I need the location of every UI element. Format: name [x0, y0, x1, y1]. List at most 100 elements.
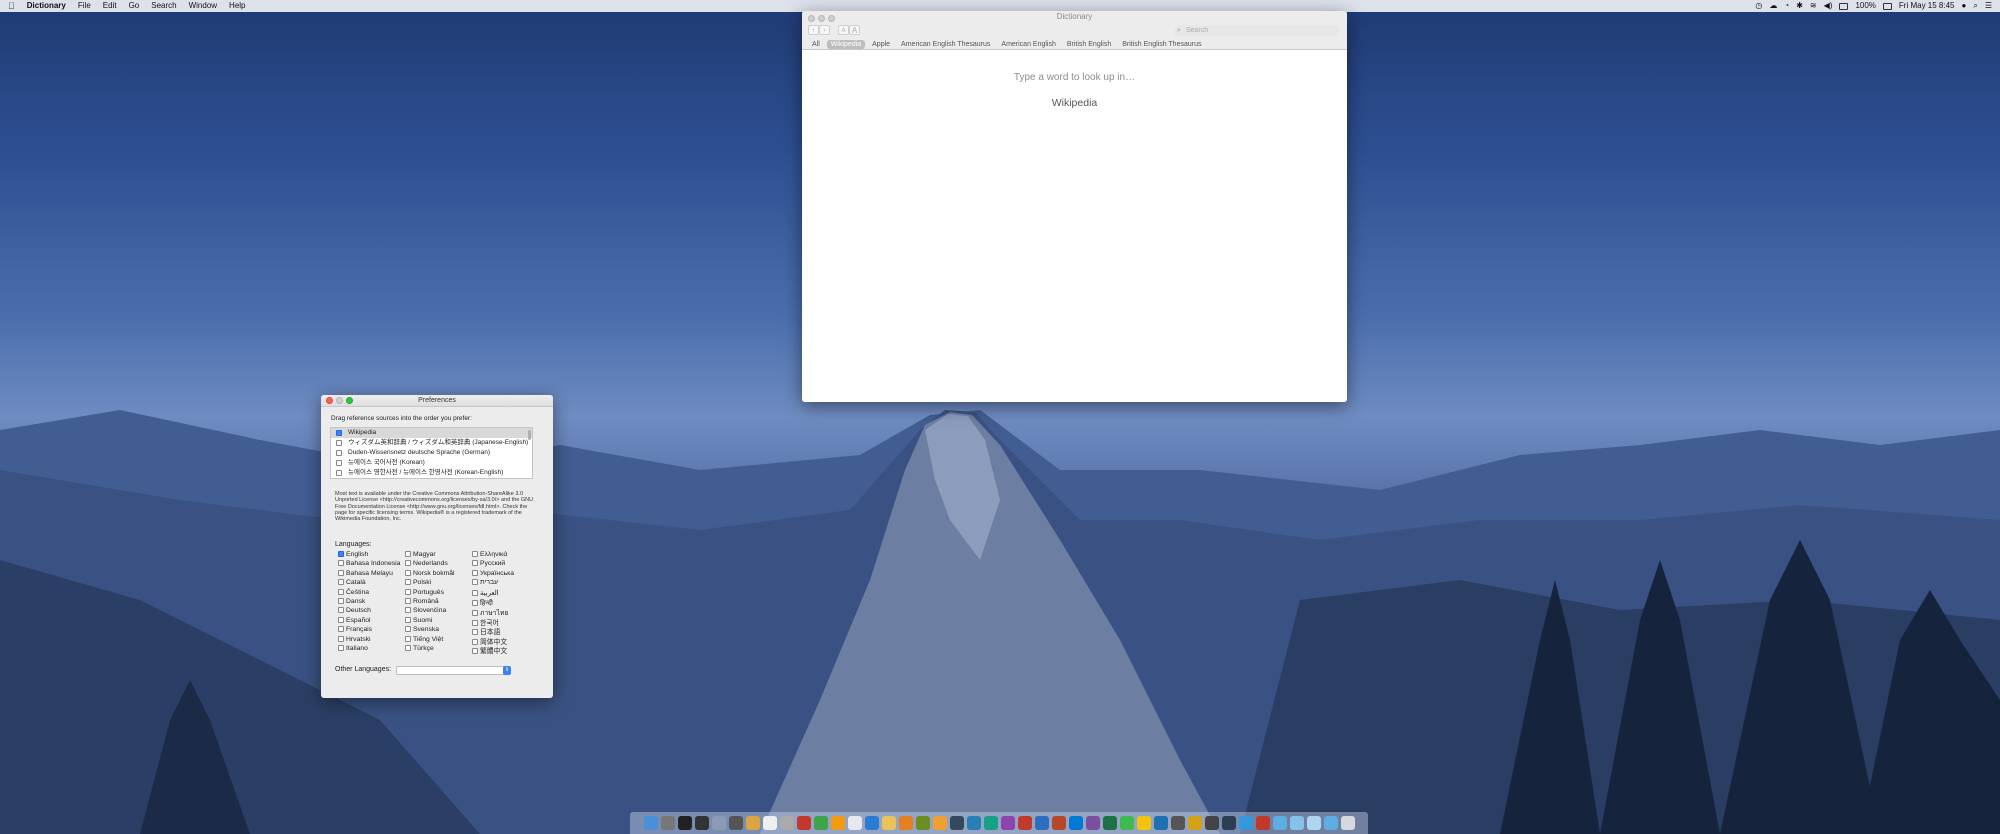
language-checkbox[interactable] — [405, 560, 411, 567]
source-row[interactable]: Duden-Wissensnetz deutsche Sprache (Germ… — [331, 448, 532, 458]
language-checkbox[interactable] — [338, 607, 344, 614]
language-option[interactable]: Ελληνικά — [472, 551, 507, 558]
source-checkbox[interactable] — [336, 450, 342, 456]
spotlight-icon[interactable]: ⌕ — [1973, 0, 1977, 12]
onenote-icon[interactable] — [1085, 816, 1100, 830]
language-checkbox[interactable] — [472, 600, 478, 606]
language-checkbox[interactable] — [472, 569, 478, 576]
contacts-icon[interactable] — [745, 816, 760, 830]
tab-british-english-thesaurus[interactable]: British English Thesaurus — [1118, 40, 1205, 49]
language-option[interactable]: Čeština — [338, 588, 369, 596]
language-checkbox[interactable] — [338, 645, 344, 651]
language-checkbox[interactable] — [405, 635, 411, 642]
photo-booth-icon[interactable] — [796, 816, 811, 830]
app-icon[interactable] — [983, 816, 998, 830]
bluetooth-icon[interactable]: ✱ — [1796, 0, 1803, 12]
language-option[interactable]: Dansk — [338, 598, 365, 605]
sources-scrollbar[interactable] — [528, 430, 531, 440]
language-option[interactable]: Türkçe — [405, 645, 434, 652]
language-option[interactable]: Hrvatski — [338, 635, 371, 643]
outlook-icon[interactable] — [1068, 816, 1083, 830]
app-icon[interactable] — [1204, 816, 1219, 830]
tab-american-english-thesaurus[interactable]: American English Thesaurus — [897, 40, 994, 49]
safari-icon[interactable] — [864, 816, 879, 830]
user-icon[interactable]: ● — [1962, 0, 1967, 12]
language-option[interactable]: Polski — [405, 579, 431, 586]
menu-window[interactable]: Window — [183, 0, 223, 12]
apple-menu-icon[interactable]:  — [0, 1, 21, 11]
launchpad-icon[interactable] — [660, 816, 675, 830]
language-checkbox[interactable] — [405, 588, 411, 595]
keynote-icon[interactable] — [1153, 816, 1168, 830]
time-machine-icon[interactable]: ◷ — [1755, 0, 1762, 12]
tab-british-english[interactable]: British English — [1063, 40, 1115, 49]
display-icon[interactable] — [1839, 2, 1849, 10]
language-checkbox[interactable] — [472, 629, 478, 636]
language-option[interactable]: العربية — [472, 589, 499, 597]
language-checkbox[interactable] — [338, 588, 344, 595]
language-checkbox[interactable] — [472, 579, 478, 586]
source-row[interactable]: 뉴에이스 영한사전 / 뉴에이스 한영사전 (Korean-English) — [331, 468, 532, 478]
font-larger-button[interactable]: A — [849, 25, 860, 35]
app-store-icon[interactable] — [966, 816, 981, 830]
language-option[interactable]: Suomi — [405, 616, 432, 624]
dictionary-app-icon[interactable] — [1255, 816, 1270, 830]
language-checkbox[interactable] — [472, 551, 478, 557]
app-icon[interactable] — [1187, 816, 1202, 830]
app-icon[interactable] — [1221, 816, 1236, 830]
documents-folder-icon[interactable] — [1289, 816, 1304, 830]
language-option[interactable]: Norsk bokmål — [405, 569, 455, 577]
applications-folder-icon[interactable] — [1306, 816, 1321, 830]
source-row[interactable]: ウィズダム英和辞典 / ウィズダム和英辞典 (Japanese-English) — [331, 438, 532, 448]
excel-icon[interactable] — [1102, 816, 1117, 830]
source-row[interactable]: 뉴에이스 국어사전 (Korean) — [331, 458, 532, 468]
stickies-icon[interactable] — [1136, 816, 1151, 830]
app-icon[interactable] — [1238, 816, 1253, 830]
language-option[interactable]: English — [338, 551, 368, 558]
language-option[interactable]: Slovenčina — [405, 607, 446, 614]
vlc-icon[interactable] — [932, 816, 947, 830]
clock-sync-icon[interactable]: ◔ — [1784, 0, 1789, 12]
chrome-icon[interactable] — [881, 816, 896, 830]
app-icon[interactable] — [1170, 816, 1185, 830]
language-checkbox[interactable] — [338, 616, 344, 623]
app-icon[interactable] — [915, 816, 930, 830]
ibooks-icon[interactable] — [830, 816, 845, 830]
language-checkbox[interactable] — [338, 598, 344, 604]
language-option[interactable]: Bahasa Indonesia — [338, 560, 400, 567]
language-option[interactable]: Nederlands — [405, 560, 448, 567]
tab-all[interactable]: All — [808, 40, 824, 49]
sources-list[interactable]: Wikipedia ウィズダム英和辞典 / ウィズダム和英辞典 (Japanes… — [330, 427, 533, 479]
app-icon[interactable] — [949, 816, 964, 830]
menu-edit[interactable]: Edit — [97, 0, 123, 12]
language-option[interactable]: Italiano — [338, 645, 368, 652]
system-preferences-icon[interactable] — [711, 816, 726, 830]
language-option[interactable]: Português — [405, 588, 444, 596]
console-icon[interactable] — [728, 816, 743, 830]
search-field[interactable]: ⌕ Search — [1174, 25, 1339, 36]
back-button[interactable]: ‹ — [808, 25, 819, 35]
language-checkbox[interactable] — [405, 569, 411, 576]
battery-percent[interactable]: 100% — [1855, 0, 1875, 12]
language-checkbox[interactable] — [338, 569, 344, 576]
language-checkbox[interactable] — [472, 560, 478, 567]
source-checkbox[interactable] — [336, 460, 342, 466]
powerpoint-icon[interactable] — [1051, 816, 1066, 830]
language-checkbox[interactable] — [405, 626, 411, 633]
language-option[interactable]: Română — [405, 598, 439, 605]
preview-icon[interactable] — [779, 816, 794, 830]
app-icon[interactable] — [1000, 816, 1015, 830]
source-checkbox[interactable] — [336, 430, 342, 436]
notification-center-icon[interactable]: ☰ — [1985, 0, 1992, 12]
language-option[interactable]: Català — [338, 579, 366, 586]
language-option[interactable]: Magyar — [405, 551, 436, 558]
font-smaller-button[interactable]: A — [838, 25, 849, 35]
notes-icon[interactable] — [762, 816, 777, 830]
language-checkbox[interactable] — [338, 635, 344, 642]
tab-apple[interactable]: Apple — [868, 40, 894, 49]
language-checkbox[interactable] — [472, 638, 478, 645]
cloud-icon[interactable]: ☁ — [1769, 0, 1777, 12]
app-icon[interactable] — [1017, 816, 1032, 830]
activity-monitor-icon[interactable] — [694, 816, 709, 830]
language-checkbox[interactable] — [405, 607, 411, 614]
